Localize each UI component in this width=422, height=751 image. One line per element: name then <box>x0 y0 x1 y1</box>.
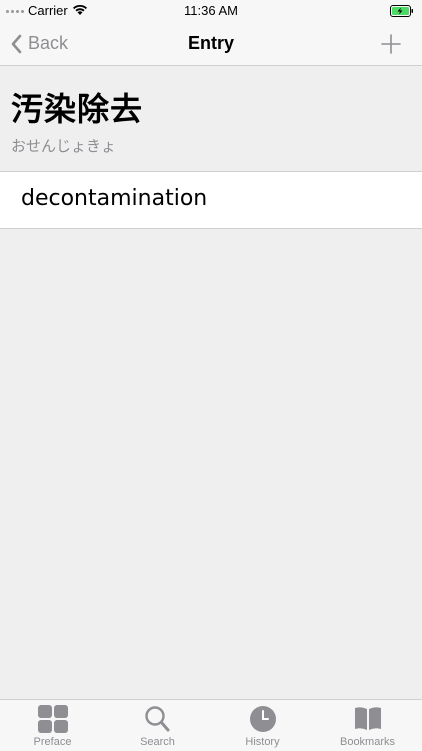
page-title: Entry <box>187 33 234 53</box>
status-time: 11:36 AM <box>184 3 238 18</box>
grid-icon <box>38 705 68 733</box>
status-bar: Carrier 11:36 AM <box>0 0 422 22</box>
tab-bookmarks[interactable]: Bookmarks <box>315 700 420 751</box>
battery-charging-icon <box>390 5 413 17</box>
tab-label: Bookmarks <box>339 736 396 748</box>
navigation-bar: Back Entry <box>0 22 422 66</box>
entry-header: 汚染除去 おせんじょきょ <box>0 66 422 171</box>
entry-reading: おせんじょきょ <box>11 137 117 155</box>
meaning-text: decontamination <box>21 186 208 211</box>
add-bookmark-button[interactable] <box>380 33 402 55</box>
search-icon <box>145 706 170 732</box>
tab-search[interactable]: Search <box>105 700 210 751</box>
tab-label: Preface <box>33 736 72 748</box>
tab-history[interactable]: History <box>210 700 315 751</box>
tab-label: Search <box>140 736 175 748</box>
tab-label: History <box>245 736 280 748</box>
entry-headword: 汚染除去 <box>11 90 144 128</box>
clock-icon <box>250 706 276 732</box>
tab-preface[interactable]: Preface <box>0 700 105 751</box>
meaning-list-item[interactable]: decontamination <box>0 171 422 229</box>
tab-bar: Preface Search History Bookmarks <box>0 699 422 751</box>
book-icon <box>355 707 381 730</box>
